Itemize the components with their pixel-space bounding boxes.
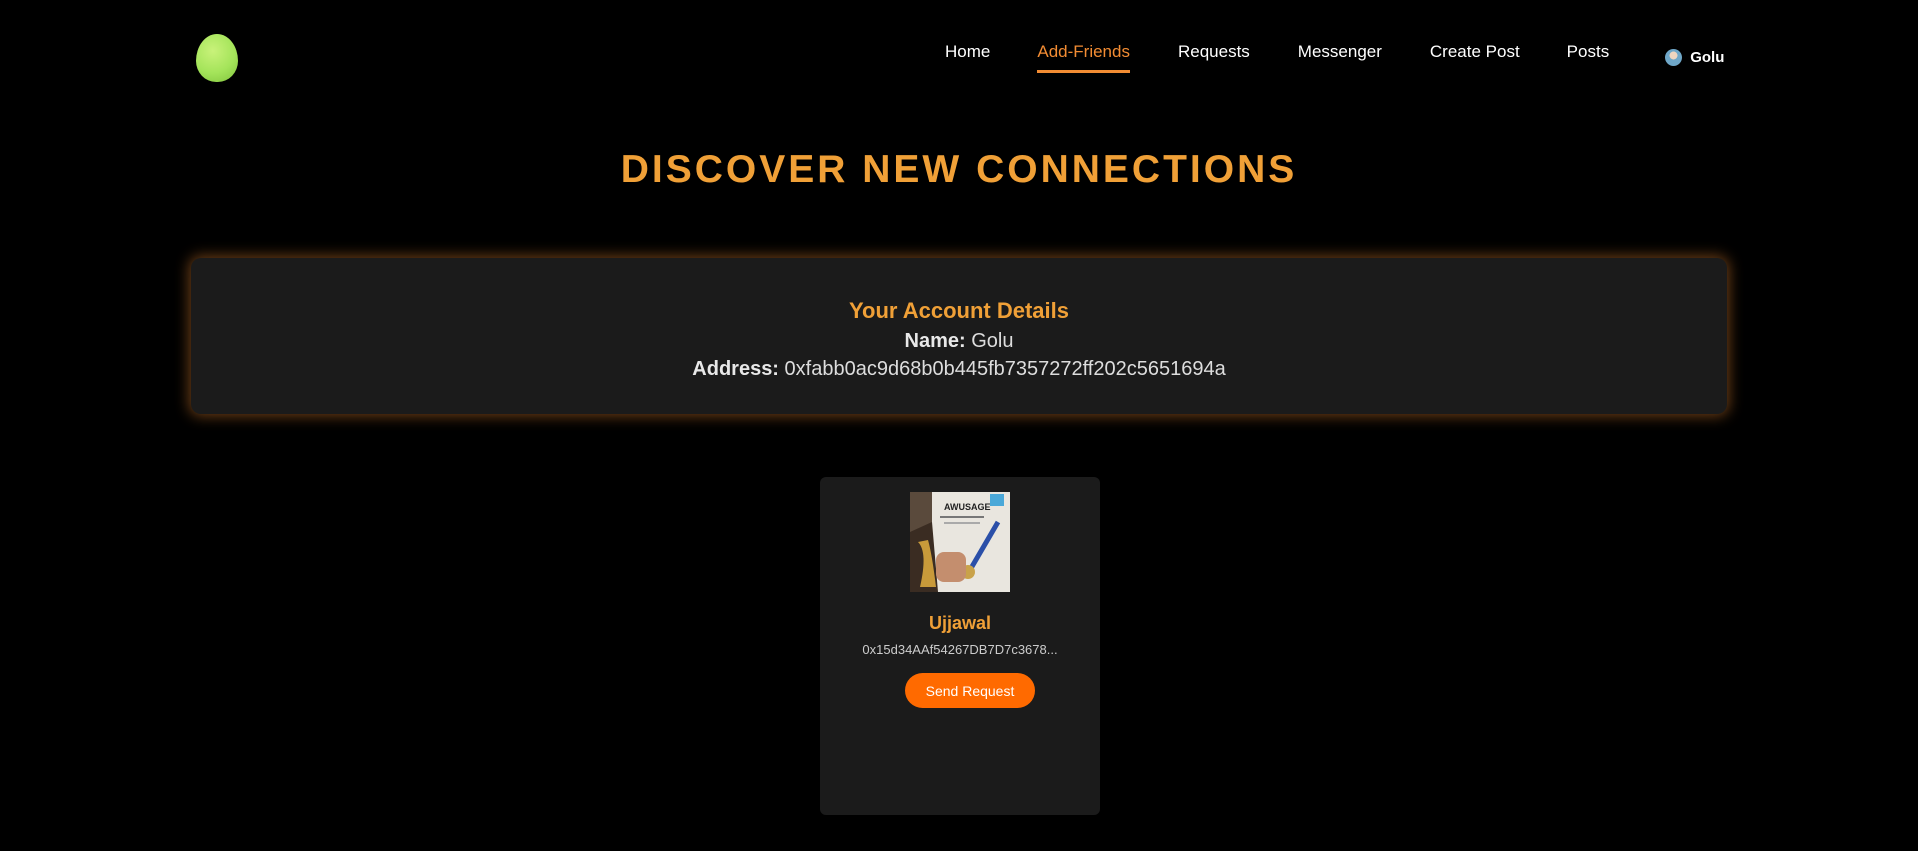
account-name-label: Name: bbox=[904, 330, 966, 352]
send-request-button[interactable]: Send Request bbox=[905, 673, 1035, 708]
user-avatar-icon bbox=[1665, 49, 1683, 66]
friend-photo-text: AWUSAGE bbox=[944, 502, 991, 512]
friend-address: 0x15d34AAf54267DB7D7c3678... bbox=[862, 642, 1058, 657]
account-details-card: Your Account Details Name: Golu Address:… bbox=[191, 258, 1727, 414]
account-address-label: Address: bbox=[692, 358, 779, 380]
nav-posts[interactable]: Posts bbox=[1567, 42, 1610, 70]
user-menu[interactable]: Golu bbox=[1665, 49, 1724, 66]
friend-photo: AWUSAGE bbox=[910, 492, 1010, 592]
account-details-title: Your Account Details bbox=[848, 298, 1070, 323]
nav-create-post[interactable]: Create Post bbox=[1430, 42, 1520, 70]
account-name-value: Golu bbox=[971, 330, 1014, 352]
friend-card: AWUSAGE Ujjawal 0x15d34AAf54267DB7D7c367… bbox=[820, 477, 1100, 815]
account-name-row: Name: Golu bbox=[191, 330, 1727, 352]
main-nav: Home Add-Friends Requests Messenger Crea… bbox=[945, 42, 1724, 73]
nav-home[interactable]: Home bbox=[945, 42, 990, 70]
page-title: DISCOVER NEW CONNECTIONS bbox=[620, 148, 1298, 191]
friend-name: Ujjawal bbox=[928, 613, 992, 633]
nav-requests[interactable]: Requests bbox=[1178, 42, 1250, 70]
account-address-value: 0xfabb0ac9d68b0b445fb7357272ff202c565169… bbox=[784, 358, 1226, 380]
user-name: Golu bbox=[1690, 49, 1725, 66]
page: Home Add-Friends Requests Messenger Crea… bbox=[0, 0, 1918, 851]
balloon-logo-icon[interactable] bbox=[196, 34, 238, 82]
account-address-row: Address: 0xfabb0ac9d68b0b445fb7357272ff2… bbox=[191, 358, 1727, 380]
nav-messenger[interactable]: Messenger bbox=[1298, 42, 1382, 70]
nav-add-friends[interactable]: Add-Friends bbox=[1037, 42, 1130, 73]
